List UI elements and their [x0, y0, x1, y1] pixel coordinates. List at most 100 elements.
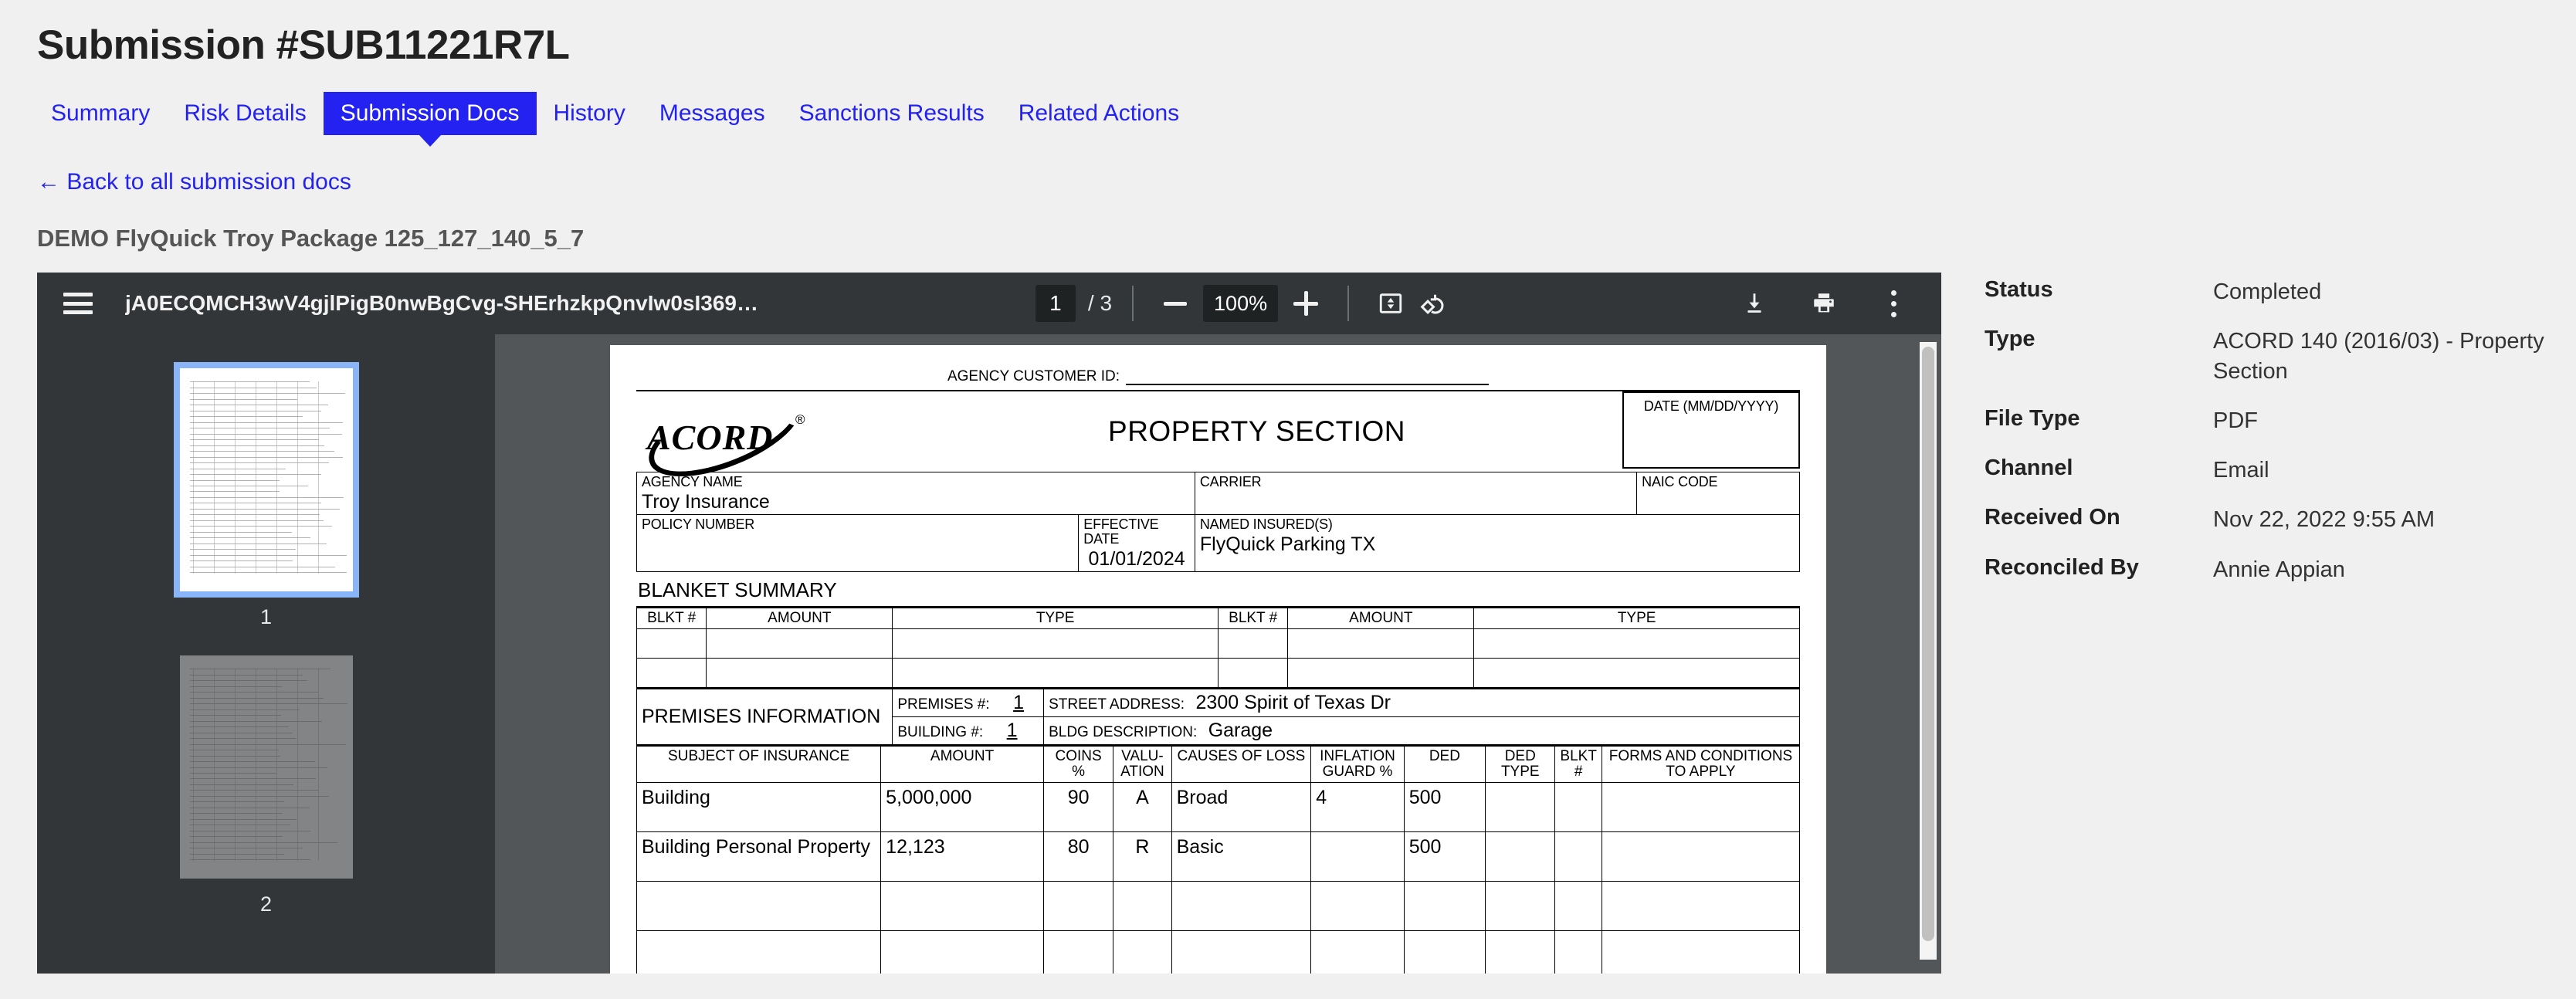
table-row: Building5,000,00090ABroad4500	[637, 782, 1800, 831]
blanket-header-cell: BLKT #	[1218, 608, 1287, 629]
blanket-header-cell: BLKT #	[637, 608, 707, 629]
page-total-label: / 3	[1088, 291, 1112, 316]
metadata-value-channel: Email	[2213, 455, 2551, 485]
content-row: jA0ECQMCH3wV4gjlPigB0nwBgCvg-SHErhzkpQnv…	[0, 252, 2576, 974]
tab-submission-docs[interactable]: Submission Docs	[324, 92, 537, 135]
pdf-filename: jA0ECQMCH3wV4gjlPigB0nwBgCvg-SHErhzkpQnv…	[125, 291, 758, 316]
viewer-scrollbar-thumb[interactable]	[1922, 347, 1934, 941]
coverage-cell-blkt	[1555, 831, 1602, 881]
metadata-value-received-on: Nov 22, 2022 9:55 AM	[2213, 505, 2551, 534]
agency-customer-id-field	[1126, 370, 1489, 385]
coverage-header-cell: BLKT#	[1555, 746, 1602, 783]
zoom-out-icon[interactable]	[1154, 282, 1197, 325]
coverage-table: SUBJECT OF INSURANCEAMOUNTCOINS %VALU-AT…	[636, 744, 1800, 974]
coverage-header-cell: COINS %	[1043, 746, 1113, 783]
coverage-cell-ded_type	[1486, 930, 1555, 974]
policy-number-cell: POLICY NUMBER	[637, 515, 1079, 572]
named-insured-cell: NAMED INSURED(S) FlyQuick Parking TX	[1195, 515, 1799, 572]
tab-summary[interactable]: Summary	[34, 92, 167, 135]
bldg-description-value: Garage	[1208, 720, 1273, 741]
page-number-input[interactable]: 1	[1035, 285, 1076, 322]
premises-number-value: 1	[1013, 692, 1024, 713]
coverage-cell-amount: 12,123	[881, 831, 1044, 881]
coverage-header-cell: DED	[1404, 746, 1485, 783]
thumbnail-item[interactable]: 2	[37, 649, 495, 916]
pdf-page-area[interactable]: AGENCY CUSTOMER ID: ACORD ® PROP	[495, 334, 1941, 974]
toolbar-divider	[1132, 286, 1134, 321]
form-date-label: DATE (MM/DD/YYYY)	[1644, 399, 1778, 414]
toolbar-divider-2	[1347, 286, 1349, 321]
table-row: PREMISES INFORMATION PREMISES #: 1 STREE…	[637, 689, 1800, 717]
thumbnail-page-1[interactable]	[174, 362, 359, 598]
blanket-cell	[1288, 659, 1474, 688]
form-title: PROPERTY SECTION	[891, 391, 1622, 472]
named-insured-label: NAMED INSURED(S)	[1200, 517, 1795, 532]
blanket-header-cell: AMOUNT	[707, 608, 893, 629]
blanket-cell	[1218, 629, 1287, 659]
document-name-heading: DEMO FlyQuick Troy Package 125_127_140_5…	[0, 195, 2576, 252]
more-options-icon[interactable]	[1872, 282, 1915, 325]
metadata-key-received-on: Received On	[1985, 505, 2207, 534]
building-number-label: BUILDING #:	[897, 724, 983, 740]
naic-cell: NAIC CODE	[1637, 472, 1800, 515]
coverage-cell-ded_type	[1486, 831, 1555, 881]
rotate-counterclockwise-icon[interactable]	[1412, 282, 1456, 325]
coverage-cell-valuation: A	[1113, 782, 1171, 831]
agency-customer-id-label: AGENCY CUSTOMER ID:	[947, 368, 1120, 385]
blanket-summary-title: BLANKET SUMMARY	[636, 572, 1800, 606]
tab-history[interactable]: History	[537, 92, 642, 135]
blanket-cell	[1474, 629, 1800, 659]
building-number-cell: BUILDING #: 1	[893, 717, 1044, 745]
street-address-cell: STREET ADDRESS: 2300 Spirit of Texas Dr	[1044, 689, 1800, 717]
coverage-cell-valuation: R	[1113, 831, 1171, 881]
blanket-cell	[1474, 659, 1800, 688]
blanket-cell	[707, 659, 893, 688]
premises-number-label: PREMISES #:	[897, 696, 989, 713]
print-icon[interactable]	[1802, 282, 1846, 325]
effective-date-label: EFFECTIVE DATE	[1083, 517, 1190, 547]
thumbnail-item[interactable]: 1	[37, 362, 495, 629]
back-to-all-submission-docs-link[interactable]: ← Back to all submission docs	[0, 135, 351, 195]
coverage-cell-causes_of_loss	[1171, 930, 1311, 974]
tab-messages[interactable]: Messages	[642, 92, 782, 135]
coverage-cell-coins: 90	[1043, 782, 1113, 831]
bldg-description-cell: BLDG DESCRIPTION: Garage	[1044, 717, 1800, 745]
download-icon[interactable]	[1733, 282, 1776, 325]
table-row	[637, 881, 1800, 930]
tab-bar: SummaryRisk DetailsSubmission DocsHistor…	[0, 69, 2576, 135]
blanket-summary-table: BLKT #AMOUNTTYPEBLKT #AMOUNTTYPE	[636, 606, 1800, 688]
street-address-label: STREET ADDRESS:	[1049, 696, 1185, 713]
coverage-cell-forms	[1602, 930, 1799, 974]
tab-risk-details[interactable]: Risk Details	[167, 92, 323, 135]
coverage-cell-subject	[637, 881, 881, 930]
blanket-cell	[637, 629, 707, 659]
hamburger-menu-icon[interactable]	[63, 293, 93, 314]
coverage-cell-inflation_guard	[1311, 831, 1404, 881]
page-navigation: 1 / 3	[1035, 285, 1112, 322]
coverage-header-cell: CAUSES OF LOSS	[1171, 746, 1311, 783]
blanket-cell	[893, 629, 1219, 659]
coverage-cell-coins: 80	[1043, 831, 1113, 881]
thumbnail-sidebar[interactable]: 12	[37, 334, 495, 974]
coverage-cell-ded_type	[1486, 782, 1555, 831]
zoom-in-icon[interactable]	[1284, 282, 1327, 325]
thumbnail-page-label: 1	[260, 605, 272, 629]
fit-to-page-icon[interactable]	[1369, 282, 1412, 325]
blanket-header-cell: TYPE	[1474, 608, 1800, 629]
coverage-cell-ded_type	[1486, 881, 1555, 930]
zoom-level-display[interactable]: 100%	[1203, 285, 1278, 322]
thumbnail-page-2[interactable]	[174, 649, 359, 885]
tab-sanctions-results[interactable]: Sanctions Results	[782, 92, 1002, 135]
table-row: Building Personal Property12,12380RBasic…	[637, 831, 1800, 881]
street-address-value: 2300 Spirit of Texas Dr	[1196, 692, 1391, 713]
tab-related-actions[interactable]: Related Actions	[1002, 92, 1196, 135]
metadata-key-channel: Channel	[1985, 455, 2207, 485]
document-metadata-panel: StatusCompletedTypeACORD 140 (2016/03) -…	[1941, 273, 2551, 584]
policy-number-label: POLICY NUMBER	[642, 517, 1073, 532]
metadata-key-reconciled-by: Reconciled By	[1985, 555, 2207, 584]
agency-name-label: AGENCY NAME	[642, 475, 1190, 489]
premises-information-table: PREMISES INFORMATION PREMISES #: 1 STREE…	[636, 687, 1800, 745]
blanket-cell	[1288, 629, 1474, 659]
coverage-cell-forms	[1602, 881, 1799, 930]
named-insured-value: FlyQuick Parking TX	[1200, 534, 1795, 554]
